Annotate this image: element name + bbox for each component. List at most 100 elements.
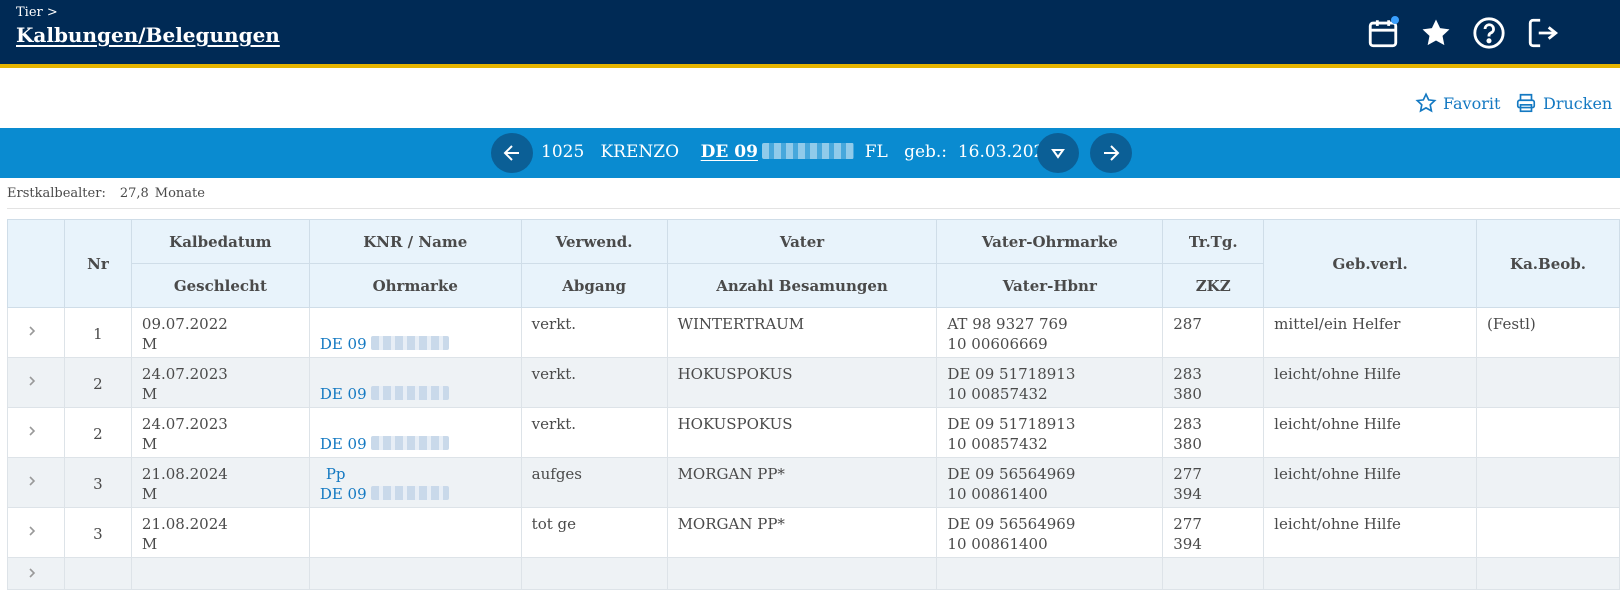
calving-interval: 394: [1173, 485, 1202, 503]
col-anzahl-besamungen[interactable]: Anzahl Besamungen: [666, 263, 938, 308]
breadcrumb[interactable]: Tier >: [16, 5, 58, 20]
calving-observation: (Festl): [1487, 315, 1536, 333]
table-row[interactable]: 3 21.08.2024 M Pp DE 09 aufges MORGAN PP* DE 09…: [7, 457, 1620, 508]
empty-table-row[interactable]: [7, 557, 1620, 590]
calf-ear-tag-link[interactable]: DE 09: [320, 334, 511, 354]
col-abgang[interactable]: Abgang: [520, 263, 668, 308]
sex: M: [141, 535, 158, 553]
table-row[interactable]: 2 24.07.2023 M DE 09 verkt. HOKUSPOKUS DE 09 5…: [7, 407, 1620, 458]
calving-date: 21.08.2024: [141, 515, 228, 533]
cell-kabeob: [1476, 507, 1620, 558]
help-icon[interactable]: [1472, 16, 1506, 50]
table-row[interactable]: 1 09.07.2022 M DE 09 verkt. WINTERTRAUM AT 98 …: [7, 307, 1620, 358]
calf-name-link[interactable]: [320, 414, 511, 434]
sire-ear-tag: DE 09 56564969: [947, 515, 1076, 533]
sire-hbnr: 10 00857432: [947, 435, 1048, 453]
chevron-right-icon: [29, 326, 36, 336]
sex: M: [141, 385, 158, 403]
cell-gebverl: leicht/ohne Hilfe: [1263, 457, 1478, 508]
calving-interval: 380: [1173, 385, 1202, 403]
ear-tag-prefix: DE 09: [319, 485, 367, 503]
animal-breed: FL: [864, 142, 888, 162]
row-expand-button[interactable]: [7, 357, 65, 408]
calf-name-link[interactable]: Pp: [320, 464, 511, 484]
col-kalbedatum[interactable]: Kalbedatum: [130, 219, 310, 264]
calf-ear-tag-link[interactable]: DE 09: [320, 484, 511, 504]
next-animal-button[interactable]: [1090, 133, 1132, 173]
col-expand: [7, 219, 65, 308]
animal-name: KRENZO: [600, 142, 680, 162]
usage-value: tot ge: [531, 515, 577, 533]
col-knr-name[interactable]: KNR / Name: [308, 219, 522, 264]
usage-value: verkt.: [531, 315, 577, 333]
calf-name-link[interactable]: [320, 364, 511, 384]
calf-name-link[interactable]: [320, 514, 511, 534]
cell-knr-ear: DE 09: [308, 357, 522, 408]
sire-ear-tag: DE 09 51718913: [947, 415, 1076, 433]
gestation-days: 277: [1173, 465, 1202, 483]
col-verwend[interactable]: Verwend.: [520, 219, 668, 264]
row-expand-button[interactable]: [7, 457, 65, 508]
cell-vater-ids: DE 09 51718913 10 00857432: [936, 357, 1164, 408]
ear-tag-prefix: DE 09: [319, 335, 367, 353]
animal-number: 1025: [541, 142, 585, 162]
first-calving-age-value: 27,8: [119, 186, 149, 201]
sex: M: [141, 435, 158, 453]
calf-ear-tag-link[interactable]: DE 09: [320, 434, 511, 454]
calf-ear-tag-link[interactable]: DE 09: [320, 384, 511, 404]
cell-nr: 2: [63, 407, 132, 458]
col-nr[interactable]: Nr: [63, 219, 132, 308]
cell-knr-ear: DE 09: [308, 307, 522, 358]
nr-value: 1: [93, 325, 103, 343]
calving-date: 21.08.2024: [141, 465, 228, 483]
cell-nr: 3: [63, 507, 132, 558]
gestation-days: 287: [1173, 315, 1202, 333]
col-vater-hbnr[interactable]: Vater-Hbnr: [936, 263, 1164, 308]
cell-trtg-zkz: 283 380: [1162, 357, 1265, 408]
cell-nr: 2: [63, 357, 132, 408]
chevron-right-icon: [29, 476, 36, 486]
calving-interval: 380: [1173, 435, 1202, 453]
col-gebverl[interactable]: Geb.verl.: [1263, 219, 1478, 308]
table-row[interactable]: 3 21.08.2024 Mtot ge MORGAN PP* DE 09 565649…: [7, 507, 1620, 558]
cell-verwend: verkt.: [520, 357, 668, 408]
print-button[interactable]: Drucken: [1515, 92, 1612, 114]
gestation-days: 277: [1173, 515, 1202, 533]
animal-dropdown-button[interactable]: [1037, 133, 1079, 173]
table-row[interactable]: 2 24.07.2023 M DE 09 verkt. HOKUSPOKUS DE 09 5…: [7, 357, 1620, 408]
col-vater[interactable]: Vater: [666, 219, 938, 264]
favorite-button[interactable]: Favorit: [1415, 92, 1500, 114]
cell-gebverl: leicht/ohne Hilfe: [1263, 407, 1478, 458]
top-header: Tier > Kalbungen/Belegungen: [0, 0, 1620, 68]
previous-animal-button[interactable]: [491, 133, 533, 173]
logout-icon[interactable]: [1526, 16, 1560, 50]
arrow-right-icon: [1104, 145, 1120, 161]
calendar-icon[interactable]: [1366, 16, 1400, 50]
col-kabeob[interactable]: Ka.Beob.: [1476, 219, 1620, 308]
sire-name: MORGAN PP*: [677, 515, 785, 533]
col-trtg[interactable]: Tr.Tg.: [1162, 219, 1265, 264]
empty-cell: [308, 557, 522, 590]
calvings-table: Nr Kalbedatum KNR / Name Verwend. Vater …: [7, 219, 1620, 590]
col-vater-ohrmarke[interactable]: Vater-Ohrmarke: [936, 219, 1164, 264]
first-calving-age: Erstkalbealter: 27,8 Monate: [7, 186, 205, 201]
printer-icon: [1516, 93, 1536, 113]
star-icon[interactable]: [1419, 16, 1453, 50]
row-expand-button[interactable]: [7, 557, 65, 590]
row-expand-button[interactable]: [7, 307, 65, 358]
sex: M: [141, 335, 158, 353]
sire-name: WINTERTRAUM: [677, 315, 805, 333]
sire-hbnr: 10 00606669: [947, 335, 1048, 353]
row-expand-button[interactable]: [7, 507, 65, 558]
usage-value: aufges: [531, 465, 583, 483]
page-title[interactable]: Kalbungen/Belegungen: [16, 23, 280, 47]
col-zkz[interactable]: ZKZ: [1162, 263, 1265, 308]
animal-ear-tag-link[interactable]: DE 09: [701, 142, 854, 162]
cell-knr-ear: DE 09: [308, 407, 522, 458]
col-geschlecht[interactable]: Geschlecht: [130, 263, 310, 308]
animal-summary: 1025 KRENZO DE 09 FL geb.: 16.03.2020: [541, 142, 1055, 162]
col-ohrmarke[interactable]: Ohrmarke: [308, 263, 522, 308]
calf-name-link[interactable]: [320, 314, 511, 334]
row-expand-button[interactable]: [7, 407, 65, 458]
cell-kabeob: [1476, 357, 1620, 408]
